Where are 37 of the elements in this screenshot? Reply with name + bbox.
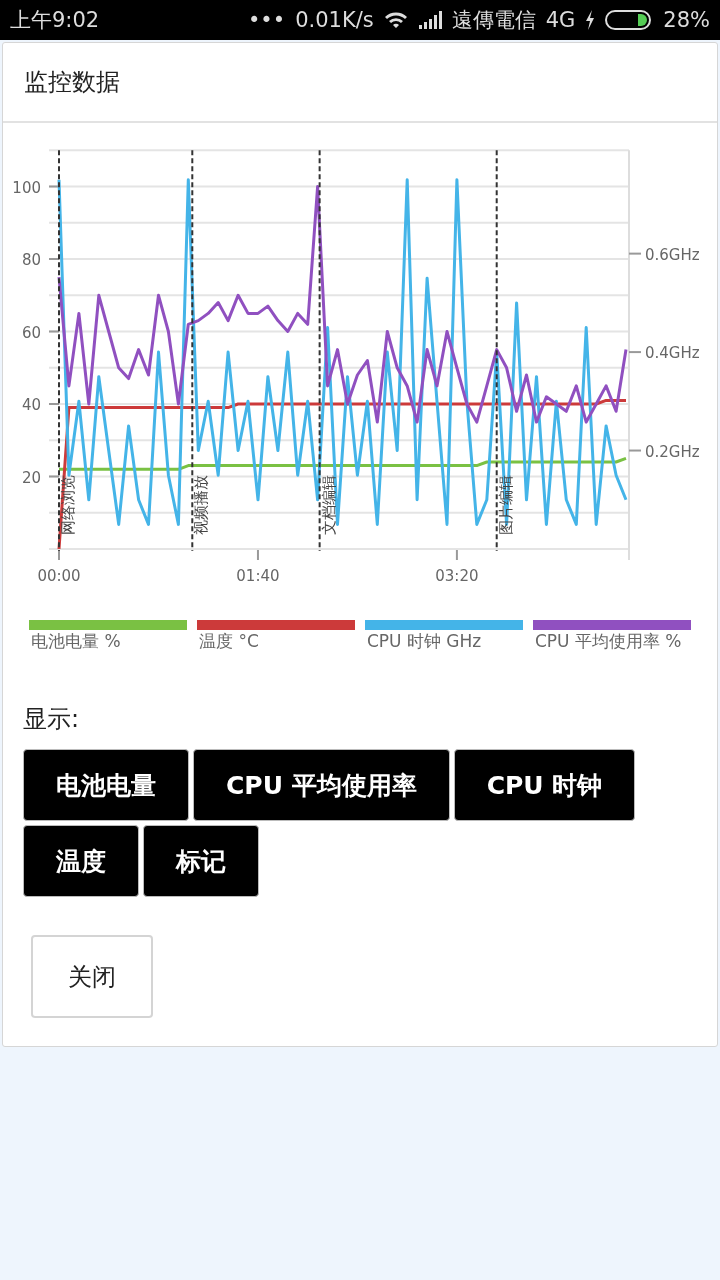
- clock: 上午9:02: [10, 7, 100, 34]
- more-dots: •••: [247, 8, 286, 32]
- marker-label: 视频播放: [192, 475, 211, 535]
- y-tick-label: 0.2GHz: [645, 442, 700, 461]
- y-tick-label: 80: [21, 251, 41, 269]
- marker-label: 文档编辑: [319, 475, 338, 535]
- network-speed: 0.01K/s: [295, 8, 374, 32]
- toggle-button[interactable]: 电池电量: [23, 749, 189, 821]
- x-tick-label: 00:00: [37, 567, 81, 585]
- toggle-button[interactable]: 温度: [23, 825, 139, 897]
- y-tick-label: 40: [21, 396, 41, 414]
- y-tick-label: 0.6GHz: [645, 245, 700, 264]
- carrier-name: 遠傳電信: [451, 7, 536, 34]
- legend-label: CPU 平均使用率 %: [534, 630, 683, 653]
- dialog-title: 监控数据: [24, 67, 120, 98]
- toggle-button[interactable]: CPU 时钟: [453, 749, 636, 821]
- legend-label: CPU 时钟 GHz: [366, 630, 483, 653]
- battery-icon: [605, 10, 654, 30]
- battery-percent: 28%: [663, 8, 710, 32]
- x-tick-label: 03:20: [435, 567, 479, 585]
- show-label: 显示:: [22, 704, 81, 735]
- close-button[interactable]: 关闭: [31, 935, 153, 1018]
- signal-icon: [417, 11, 442, 29]
- charging-icon: [585, 10, 596, 30]
- marker-label: 图片编辑: [496, 475, 515, 535]
- wifi-icon: [383, 10, 408, 30]
- toggle-button[interactable]: 标记: [143, 825, 259, 897]
- legend-label: 温度 °C: [198, 630, 260, 653]
- toggle-button[interactable]: CPU 平均使用率: [193, 749, 450, 821]
- x-tick-label: 01:40: [236, 567, 280, 585]
- network-type: 4G: [545, 8, 576, 32]
- y-tick-label: 60: [21, 323, 41, 342]
- y-tick-label: 100: [12, 178, 41, 197]
- marker-label: 网络浏览: [59, 475, 77, 535]
- y-tick-label: 0.4GHz: [645, 344, 700, 363]
- legend-label: 电池电量 %: [30, 630, 122, 653]
- y-tick-label: 20: [21, 468, 41, 487]
